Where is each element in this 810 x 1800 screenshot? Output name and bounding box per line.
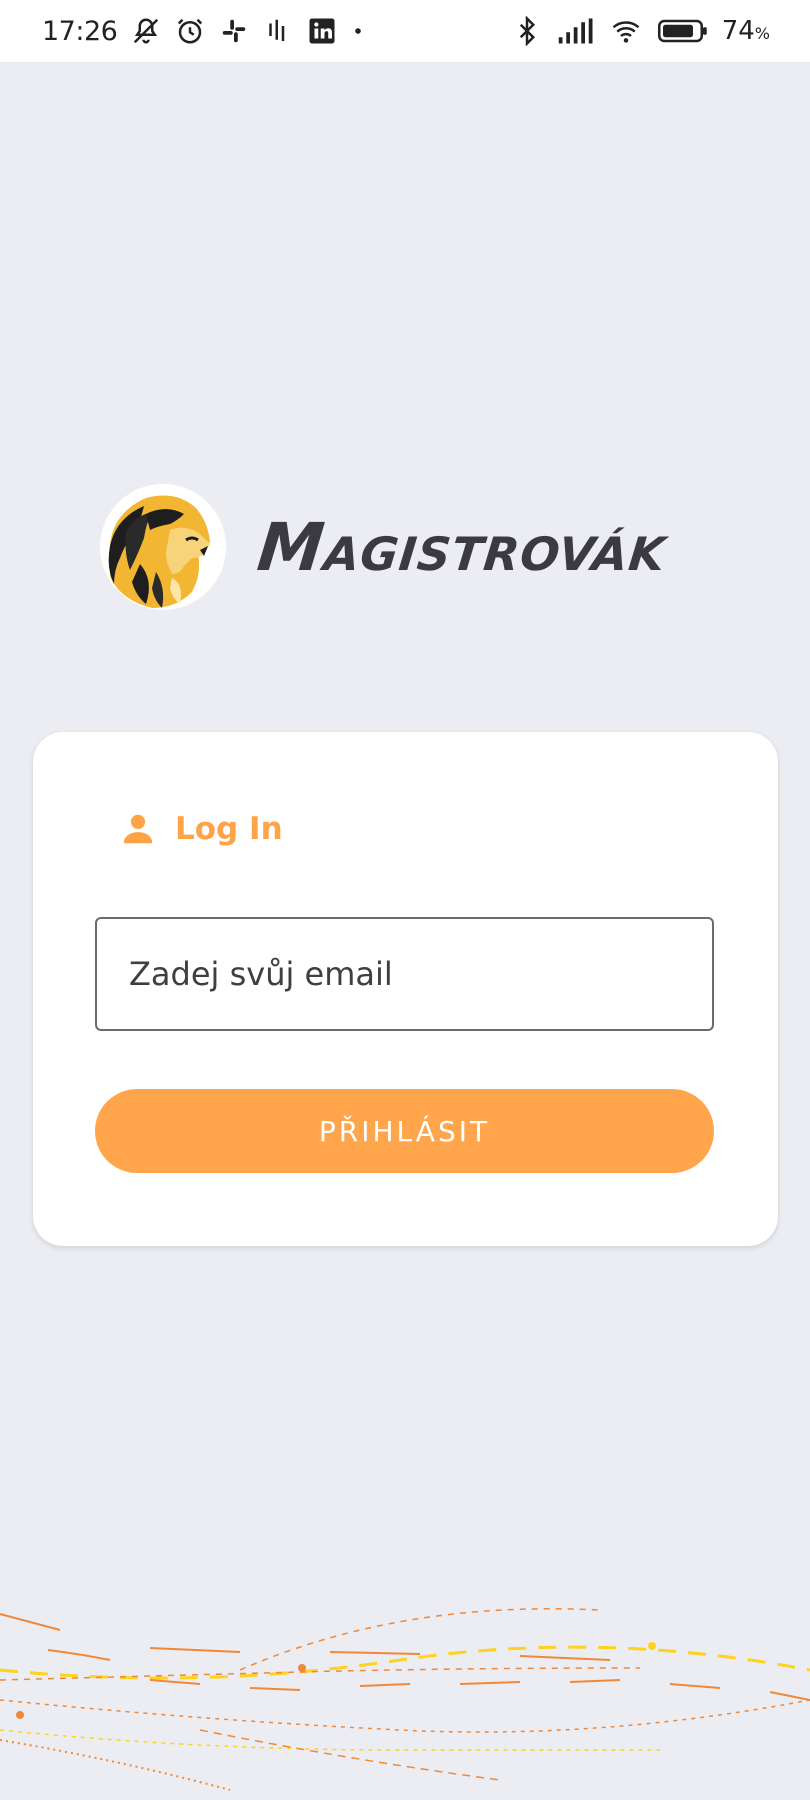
- lion-logo-icon: [100, 484, 226, 610]
- dot-icon: [351, 16, 365, 46]
- email-field[interactable]: [95, 917, 714, 1031]
- user-icon: [119, 810, 157, 848]
- status-left: 17:26: [42, 16, 365, 47]
- login-header: Log In: [119, 810, 283, 848]
- wifi-icon: [608, 16, 644, 46]
- login-button[interactable]: PŘIHLÁSIT: [95, 1089, 714, 1173]
- decorative-waves: [0, 1608, 810, 1791]
- mute-notification-icon: [131, 16, 161, 46]
- voice-icon: [263, 16, 293, 46]
- status-bar: 17:26 74%: [0, 0, 810, 62]
- battery-percent: 74%: [721, 16, 770, 46]
- bluetooth-icon: [512, 16, 542, 46]
- alarm-icon: [175, 16, 205, 46]
- status-right: 74%: [512, 16, 770, 46]
- brand-name: Magistrovák: [253, 508, 671, 586]
- login-card: Log In PŘIHLÁSIT: [33, 732, 778, 1246]
- signal-icon: [556, 16, 594, 46]
- status-time: 17:26: [42, 15, 118, 47]
- brand: Magistrovák: [100, 484, 670, 610]
- battery-icon: [657, 16, 708, 46]
- login-title: Log In: [175, 811, 283, 847]
- slack-icon: [219, 16, 249, 46]
- linkedin-icon: [307, 16, 337, 46]
